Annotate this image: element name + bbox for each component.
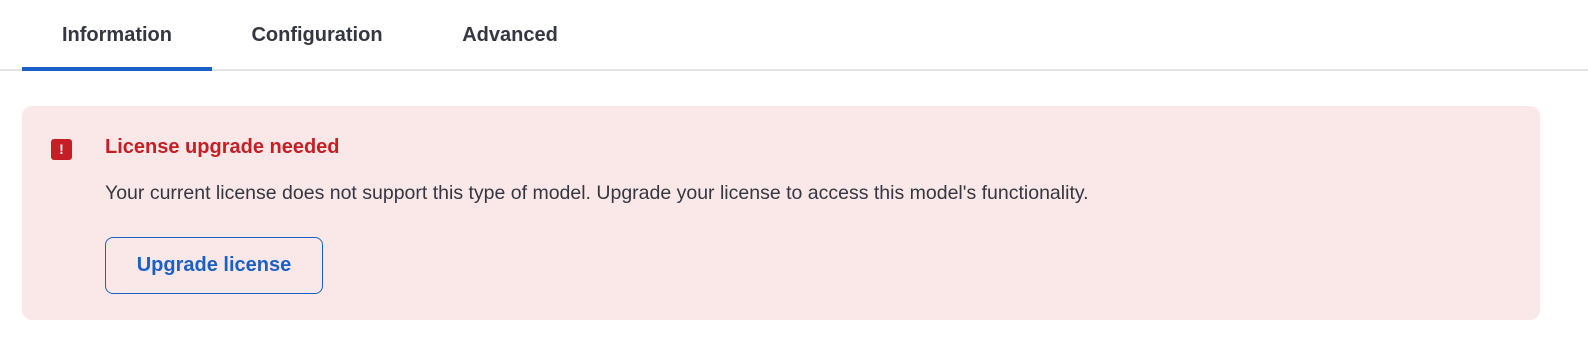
callout-title: License upgrade needed bbox=[105, 136, 340, 158]
tab-advanced[interactable]: Advanced bbox=[440, 0, 580, 71]
alert-icon: ! bbox=[51, 139, 72, 160]
tab-configuration[interactable]: Configuration bbox=[230, 0, 404, 71]
callout-message: Your current license does not support th… bbox=[105, 182, 1089, 204]
upgrade-license-button[interactable]: Upgrade license bbox=[105, 237, 323, 294]
selected-tab-indicator bbox=[22, 67, 212, 71]
tab-information[interactable]: Information bbox=[22, 0, 212, 71]
tab-bar: Information Configuration Advanced bbox=[0, 0, 1588, 71]
license-callout: ! License upgrade needed Your current li… bbox=[22, 106, 1540, 320]
